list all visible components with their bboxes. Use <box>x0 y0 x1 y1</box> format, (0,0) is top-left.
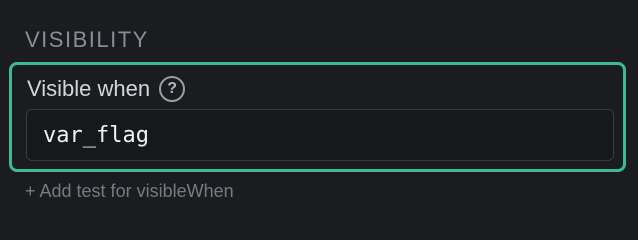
field-label-row: Visible when ? <box>27 75 186 103</box>
question-circle-icon[interactable]: ? <box>159 76 186 102</box>
add-test-link[interactable]: + Add test for visibleWhen <box>25 179 234 203</box>
visible-when-field: Visible when ? <box>9 62 626 172</box>
visible-when-input[interactable] <box>26 109 614 161</box>
visibility-panel: VISIBILITY Visible when ? + Add test for… <box>0 0 638 236</box>
section-title: VISIBILITY <box>25 27 149 52</box>
field-label: Visible when <box>27 76 151 101</box>
